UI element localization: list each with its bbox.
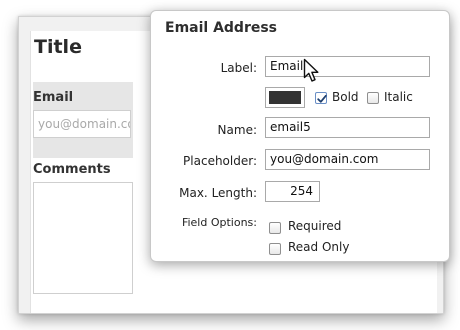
email-field-label: Email: [33, 90, 74, 105]
checkmark-icon: [317, 94, 327, 103]
italic-checkbox[interactable]: [367, 92, 379, 104]
email-input-preview[interactable]: you@domain.com: [33, 110, 131, 138]
required-label[interactable]: Required: [288, 219, 341, 233]
placeholder-caption: Placeholder:: [183, 154, 257, 168]
popover-title: Email Address: [165, 20, 278, 36]
comments-textarea-preview[interactable]: [33, 182, 133, 294]
name-caption: Name:: [217, 123, 257, 137]
text-color-swatch: [269, 91, 301, 104]
italic-label[interactable]: Italic: [384, 90, 413, 104]
maxlength-input[interactable]: 254: [265, 181, 320, 202]
bold-label[interactable]: Bold: [332, 90, 359, 104]
field-options-caption: Field Options:: [181, 216, 257, 229]
required-checkbox[interactable]: [269, 222, 281, 234]
readonly-label[interactable]: Read Only: [288, 240, 349, 254]
form-title[interactable]: Title: [34, 36, 82, 58]
arrow-cursor-icon: [303, 58, 319, 82]
field-properties-popover: Email Address Label: Email Bold Italic N…: [150, 10, 450, 262]
label-input[interactable]: Email: [265, 56, 430, 77]
bold-checkbox[interactable]: [315, 92, 327, 104]
name-input[interactable]: email5: [265, 117, 430, 138]
readonly-checkbox[interactable]: [269, 243, 281, 255]
text-color-button[interactable]: [265, 87, 305, 108]
maxlength-caption: Max. Length:: [179, 186, 257, 200]
placeholder-input[interactable]: you@domain.com: [265, 149, 430, 170]
label-caption: Label:: [220, 61, 257, 75]
comments-field-label: Comments: [33, 162, 111, 177]
